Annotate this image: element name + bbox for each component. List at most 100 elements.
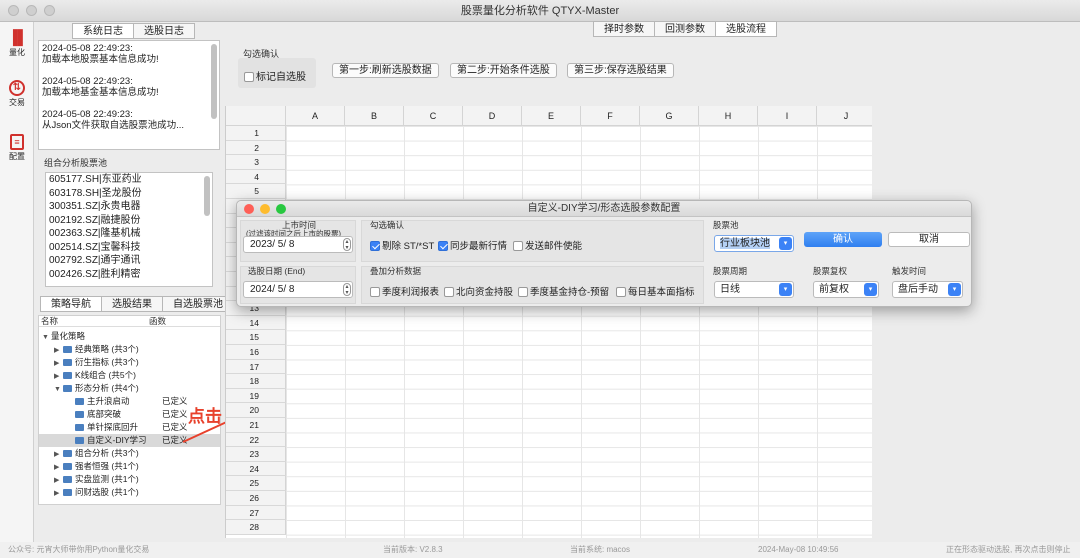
trigger-select-value: 盘后手动 bbox=[898, 284, 938, 295]
tree-item[interactable]: ▶ 实盘监测 (共1个) bbox=[39, 473, 220, 486]
grid-row-header[interactable]: 21 bbox=[226, 418, 286, 433]
tree-item[interactable]: 自定义-DIY学习 已定义 bbox=[39, 434, 220, 447]
tab-watchlist[interactable]: 自选股票池 bbox=[162, 296, 234, 312]
remove-st-checkbox[interactable]: 剔除 ST/*ST bbox=[370, 238, 434, 252]
step2-select-button[interactable]: 第二步:开始条件选股 bbox=[450, 63, 557, 78]
list-item[interactable]: 605177.SH|东亚药业 bbox=[46, 173, 212, 187]
step3-save-button[interactable]: 第三步:保存选股结果 bbox=[567, 63, 674, 78]
grid-row-header[interactable]: 14 bbox=[226, 315, 286, 331]
grid-row-header[interactable]: 24 bbox=[226, 461, 286, 477]
grid-column-header[interactable]: I bbox=[758, 106, 817, 126]
tab-backtest-params[interactable]: 回测参数 bbox=[654, 21, 716, 37]
grid-column-header[interactable]: B bbox=[345, 106, 404, 126]
expand-right-icon[interactable]: ▶ bbox=[54, 487, 63, 500]
grid-row-header[interactable]: 18 bbox=[226, 374, 286, 389]
grid-column-header[interactable]: H bbox=[699, 106, 758, 126]
dialog-minimize-button[interactable] bbox=[260, 204, 270, 214]
grid-column-header[interactable]: D bbox=[463, 106, 522, 126]
tree-item[interactable]: ▶ 组合分析 (共3个) bbox=[39, 447, 220, 460]
checkbox-box[interactable] bbox=[513, 241, 523, 251]
result-grid[interactable]: ABCDEFGHIJ 12345678910111213141516171819… bbox=[225, 106, 872, 538]
grid-row-header[interactable]: 3 bbox=[226, 155, 286, 170]
checkbox-box[interactable] bbox=[616, 287, 626, 297]
grid-row-header[interactable]: 4 bbox=[226, 169, 286, 185]
tab-strategy-nav[interactable]: 策略导航 bbox=[40, 296, 102, 312]
quarterly-profit-checkbox[interactable]: 季度利润报表 bbox=[370, 284, 439, 298]
grid-row-header[interactable]: 23 bbox=[226, 447, 286, 462]
nav-trade[interactable]: ⇅ 交易 bbox=[4, 80, 30, 108]
close-window-button[interactable] bbox=[8, 5, 19, 16]
grid-column-header[interactable]: E bbox=[522, 106, 581, 126]
daily-fundamental-checkbox[interactable]: 每日基本面指标 bbox=[616, 284, 695, 298]
trigger-select[interactable]: 盘后手动 ▾ bbox=[892, 281, 963, 298]
grid-row-header[interactable]: 25 bbox=[226, 476, 286, 491]
tree-item[interactable]: ▶ 衍生指标 (共3个) bbox=[39, 356, 220, 369]
tree-item[interactable]: ▼ 形态分析 (共4个) bbox=[39, 382, 220, 395]
grid-row-header[interactable]: 2 bbox=[226, 140, 286, 156]
tab-timing-params[interactable]: 择时参数 bbox=[593, 21, 655, 37]
grid-row-header[interactable]: 28 bbox=[226, 520, 286, 535]
list-item[interactable]: 002514.SZ|宝馨科技 bbox=[46, 241, 212, 255]
zoom-window-button[interactable] bbox=[44, 5, 55, 16]
list-item[interactable]: 002192.SZ|融捷股份 bbox=[46, 214, 212, 228]
grid-row-header[interactable]: 26 bbox=[226, 491, 286, 506]
log-message: 从Json文件获取自选股票池成功... bbox=[42, 120, 184, 131]
grid-row-header[interactable]: 5 bbox=[226, 184, 286, 199]
tab-system-log[interactable]: 系统日志 bbox=[72, 23, 134, 39]
pool-select[interactable]: 行业板块池 ▾ bbox=[714, 235, 794, 252]
grid-column-header[interactable]: F bbox=[581, 106, 640, 126]
checkbox-box[interactable] bbox=[370, 241, 380, 251]
end-date-field[interactable]: 2024/ 5/ 8 ▴ ▾ bbox=[243, 281, 353, 298]
grid-row-header[interactable]: 17 bbox=[226, 359, 286, 375]
pool-scrollbar[interactable] bbox=[204, 176, 210, 216]
grid-column-header[interactable]: C bbox=[404, 106, 463, 126]
adjust-select[interactable]: 前复权 ▾ bbox=[813, 281, 879, 298]
grid-column-header[interactable]: A bbox=[286, 106, 345, 126]
dialog-close-button[interactable] bbox=[244, 204, 254, 214]
checkbox-box[interactable] bbox=[244, 72, 254, 82]
step1-refresh-button[interactable]: 第一步:刷新选股数据 bbox=[332, 63, 439, 78]
dialog-zoom-button[interactable] bbox=[276, 204, 286, 214]
tab-selection-flow[interactable]: 选股流程 bbox=[715, 21, 777, 37]
checkbox-box[interactable] bbox=[518, 287, 528, 297]
grid-row-header[interactable]: 16 bbox=[226, 345, 286, 360]
northbound-checkbox[interactable]: 北向资金持股 bbox=[444, 284, 513, 298]
list-item[interactable]: 002363.SZ|隆基机械 bbox=[46, 227, 212, 241]
tree-item[interactable]: ▼ 量化策略 bbox=[39, 330, 220, 343]
grid-column-header[interactable]: J bbox=[817, 106, 872, 126]
grid-row-header[interactable]: 20 bbox=[226, 403, 286, 418]
checkbox-box[interactable] bbox=[444, 287, 454, 297]
checkbox-box[interactable] bbox=[438, 241, 448, 251]
date-stepper-icon[interactable]: ▴ ▾ bbox=[343, 238, 351, 251]
grid-row-header[interactable]: 27 bbox=[226, 505, 286, 521]
tree-item[interactable]: ▶ 强者恒强 (共1个) bbox=[39, 460, 220, 473]
period-select[interactable]: 日线 ▾ bbox=[714, 281, 794, 298]
nav-quant[interactable]: ▐▌ 量化 bbox=[4, 28, 30, 58]
list-item[interactable]: 300351.SZ|永贵电器 bbox=[46, 200, 212, 214]
grid-row-header[interactable]: 1 bbox=[226, 126, 286, 141]
tree-item[interactable]: ▶ 问财选股 (共1个) bbox=[39, 486, 220, 499]
ok-button[interactable]: 确认 bbox=[804, 232, 882, 247]
list-date-field[interactable]: 2023/ 5/ 8 ▴ ▾ bbox=[243, 236, 353, 253]
mark-watchlist-checkbox[interactable]: 标记自选股 bbox=[244, 68, 306, 83]
list-item[interactable]: 603178.SH|圣龙股份 bbox=[46, 187, 212, 201]
tree-item[interactable]: ▶ 经典策略 (共3个) bbox=[39, 343, 220, 356]
list-item[interactable]: 002426.SZ|胜利精密 bbox=[46, 268, 212, 282]
tab-selection-log[interactable]: 选股日志 bbox=[133, 23, 195, 39]
send-mail-checkbox[interactable]: 发送邮件使能 bbox=[513, 238, 582, 252]
tab-selection-result[interactable]: 选股结果 bbox=[101, 296, 163, 312]
checkbox-box[interactable] bbox=[370, 287, 380, 297]
grid-column-header[interactable]: G bbox=[640, 106, 699, 126]
date-stepper-icon[interactable]: ▴ ▾ bbox=[343, 283, 351, 296]
minimize-window-button[interactable] bbox=[26, 5, 37, 16]
grid-row-header[interactable]: 22 bbox=[226, 432, 286, 448]
log-scrollbar[interactable] bbox=[211, 44, 217, 119]
nav-config[interactable]: ≡ 配置 bbox=[4, 134, 30, 162]
list-item[interactable]: 002792.SZ|通宇通讯 bbox=[46, 254, 212, 268]
grid-row-header[interactable]: 19 bbox=[226, 388, 286, 404]
fund-holding-checkbox[interactable]: 季度基金持仓-预留 bbox=[518, 284, 609, 298]
cancel-button[interactable]: 取消 bbox=[888, 232, 970, 247]
grid-row-header[interactable]: 15 bbox=[226, 330, 286, 345]
tree-item[interactable]: ▶ K线组合 (共5个) bbox=[39, 369, 220, 382]
sync-quotes-checkbox[interactable]: 同步最新行情 bbox=[438, 238, 507, 252]
